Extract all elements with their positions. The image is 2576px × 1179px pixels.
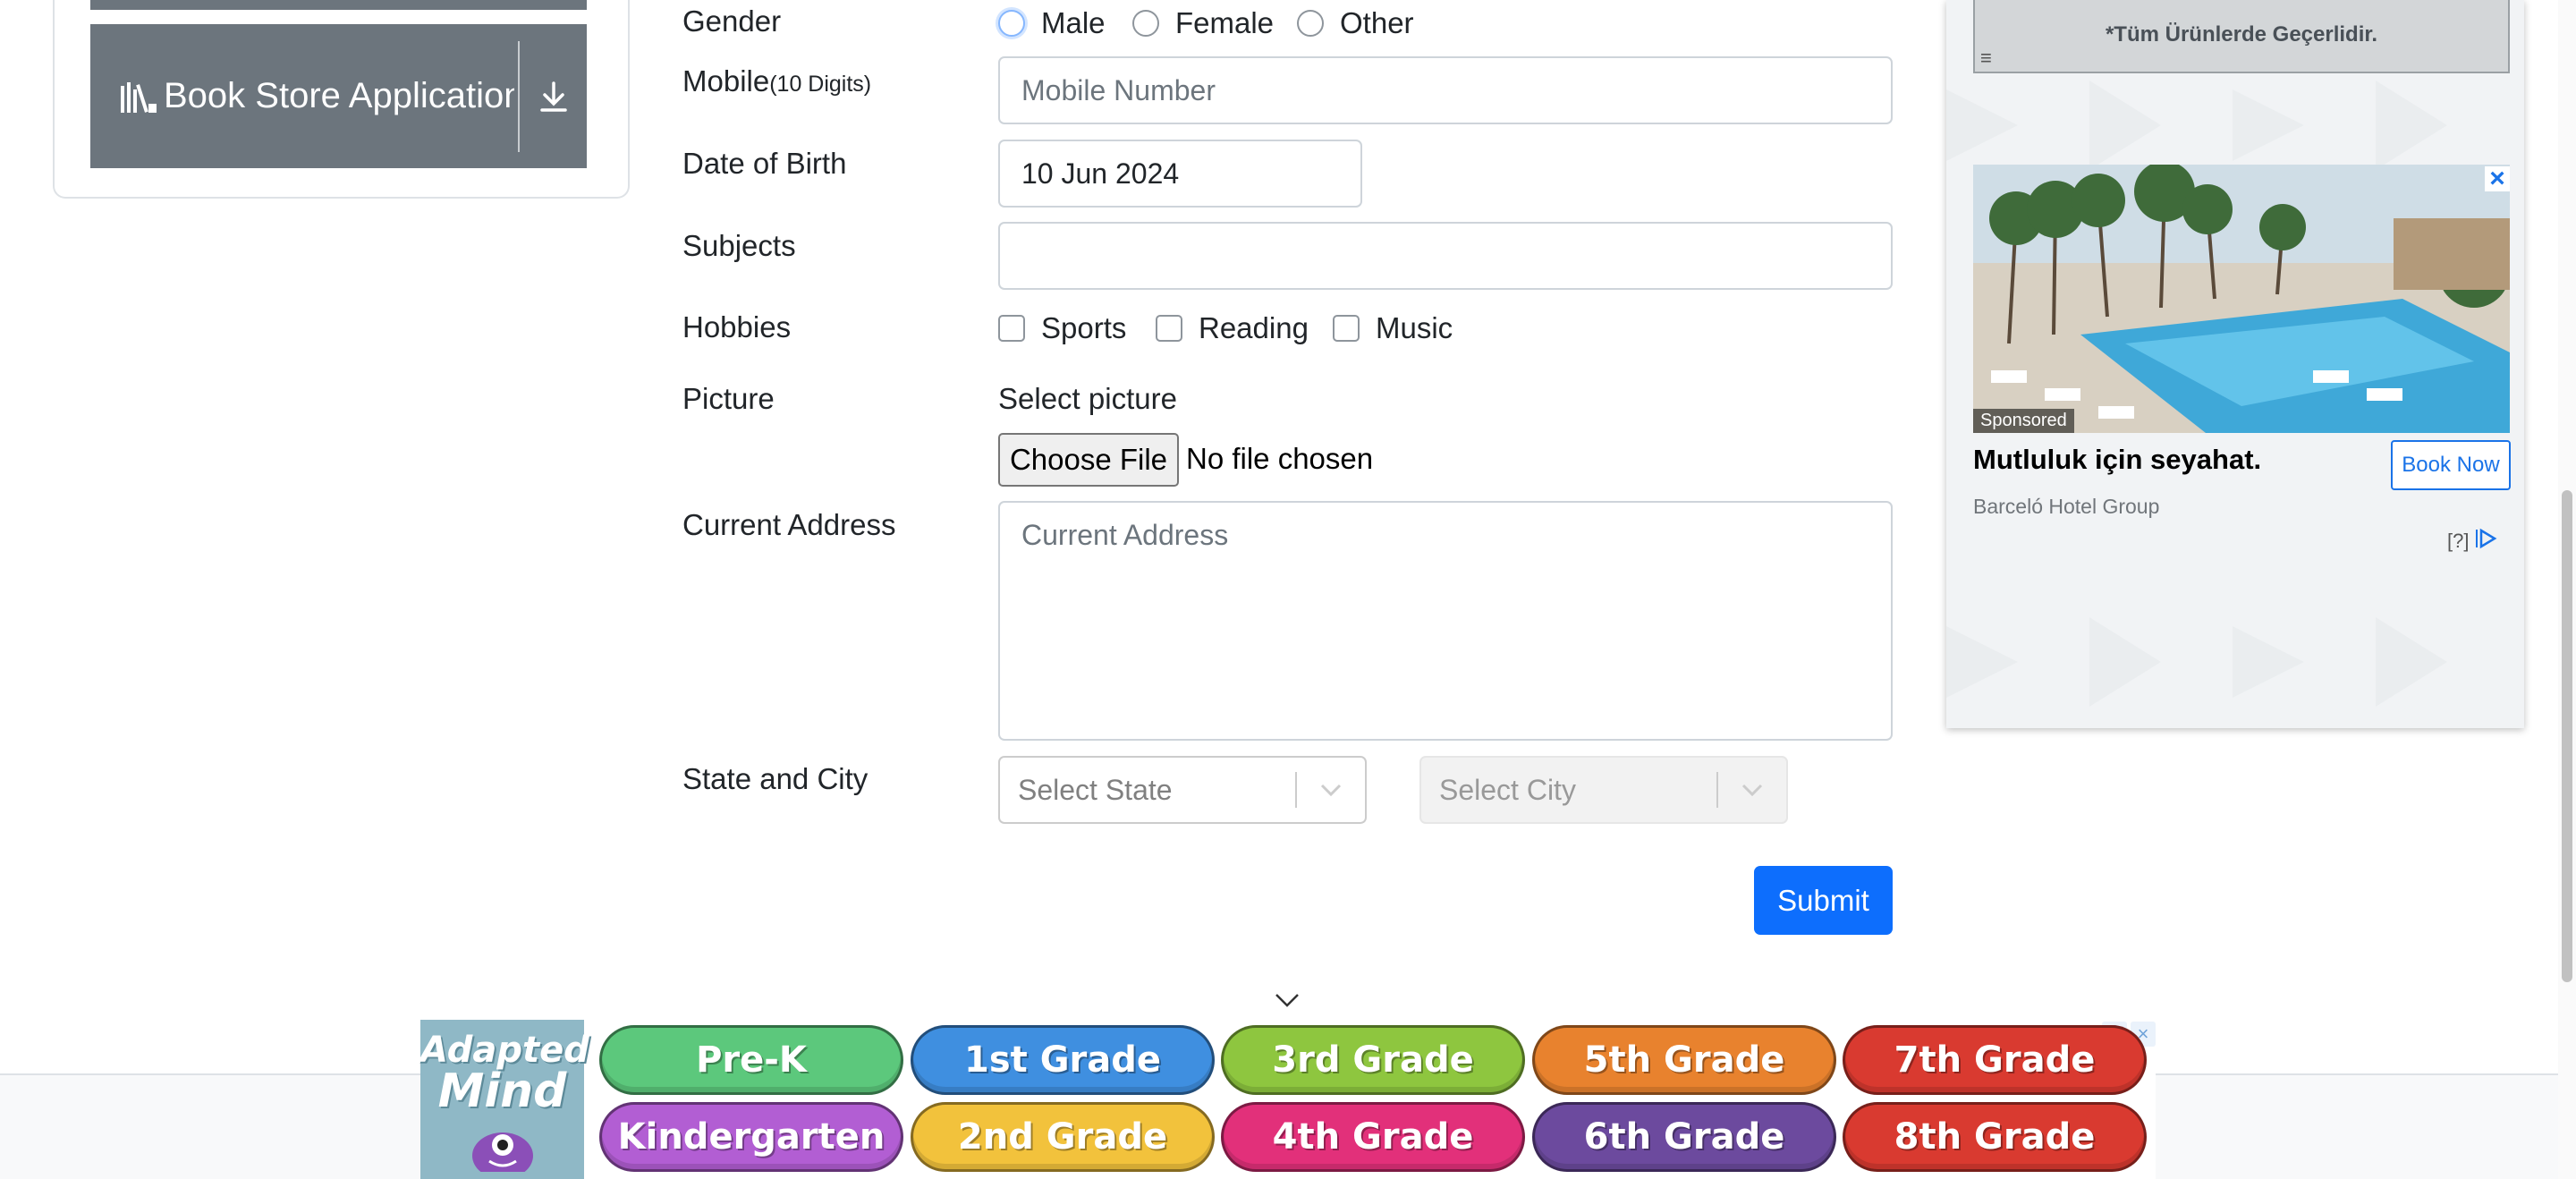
gender-male-radio[interactable]: Male	[998, 6, 1106, 40]
checkbox-box[interactable]	[1156, 315, 1182, 342]
chevron-down-icon[interactable]	[1297, 783, 1365, 797]
adchoices-icon	[2474, 528, 2497, 555]
adaptedmind-logo[interactable]: Adapted Mind	[420, 1020, 589, 1179]
hobby-reading-checkbox[interactable]: Reading	[1156, 311, 1309, 345]
sponsored-label: Sponsored	[1973, 409, 2074, 433]
radio-circle[interactable]	[998, 10, 1025, 37]
checkbox-label: Sports	[1041, 311, 1127, 344]
ad-advertiser[interactable]: Barceló Hotel Group	[1973, 495, 2159, 519]
submit-button[interactable]: Submit	[1754, 866, 1893, 935]
book-store-label: Book Store Application	[164, 76, 514, 115]
monster-mascot-icon	[471, 1132, 533, 1179]
radio-label: Male	[1041, 6, 1106, 39]
download-icon[interactable]	[520, 81, 587, 113]
subjects-label: Subjects	[682, 229, 796, 262]
checkbox-label: Reading	[1199, 311, 1309, 344]
bottom-banner-ad[interactable]: Adapted Mind ⓘ × Pre-K1st Grade3rd Grade…	[420, 1020, 2156, 1179]
state-city-label: State and City	[682, 762, 869, 795]
books-icon	[117, 79, 160, 115]
grade-button[interactable]: 4th Grade	[1221, 1102, 1525, 1172]
radio-label: Other	[1340, 6, 1414, 39]
dob-input[interactable]: 10 Jun 2024	[998, 140, 1362, 208]
mobile-hint: (10 Digits)	[769, 72, 872, 97]
state-select[interactable]: Select State	[998, 756, 1367, 824]
grade-button[interactable]: 2nd Grade	[911, 1102, 1215, 1172]
dob-label: Date of Birth	[682, 147, 847, 180]
grade-button[interactable]: Kindergarten	[599, 1102, 903, 1172]
grade-button[interactable]: 1st Grade	[911, 1025, 1215, 1095]
book-now-button[interactable]: Book Now	[2391, 440, 2511, 490]
city-select[interactable]: Select City	[1419, 756, 1788, 824]
checkbox-box[interactable]	[1333, 315, 1360, 342]
picture-label: Picture	[682, 382, 775, 415]
sidebar-book-store-button[interactable]: Book Store Application	[90, 24, 587, 168]
mobile-label-text: Mobile	[682, 64, 770, 98]
select-picture-caption: Select picture	[998, 382, 1177, 415]
gender-female-radio[interactable]: Female	[1132, 6, 1274, 40]
close-icon[interactable]: ×	[2485, 164, 2510, 193]
grade-button[interactable]: 8th Grade	[1843, 1102, 2147, 1172]
brand-line2: Mind	[437, 1064, 567, 1118]
state-placeholder: Select State	[1018, 773, 1173, 806]
coupon-text: *Tüm Ürünlerde Geçerlidir.	[2105, 22, 2378, 47]
checkbox-label: Music	[1376, 311, 1453, 344]
file-status: No file chosen	[1186, 442, 1374, 475]
chevron-down-icon[interactable]	[1718, 783, 1786, 797]
mobile-input[interactable]: Mobile Number	[998, 56, 1893, 124]
hobby-sports-checkbox[interactable]: Sports	[998, 311, 1126, 345]
choose-file-button[interactable]: Choose File	[998, 433, 1179, 487]
brand-line1: Adapted	[420, 1030, 589, 1071]
grade-button[interactable]: 5th Grade	[1532, 1025, 1836, 1095]
radio-label: Female	[1175, 6, 1275, 39]
grade-button[interactable]: Pre-K	[599, 1025, 903, 1095]
hotel-ad-image[interactable]: Sponsored	[1973, 165, 2510, 433]
grade-button[interactable]: 7th Grade	[1843, 1025, 2147, 1095]
sidebar-item-previous[interactable]	[90, 0, 587, 10]
subjects-input[interactable]	[998, 222, 1893, 290]
menu-icon: ≡	[1980, 47, 1992, 69]
scrollbar-thumb[interactable]	[2562, 490, 2572, 982]
adchoices-label: [?]	[2447, 530, 2470, 552]
adchoices[interactable]: [?]	[2447, 528, 2497, 555]
right-ad-panel: *Tüm Ürünlerde Geçerlidir. ≡ Sponsored	[1946, 0, 2524, 728]
radio-circle[interactable]	[1132, 10, 1159, 37]
coupon-ad[interactable]: *Tüm Ürünlerde Geçerlidir. ≡	[1973, 0, 2510, 73]
grade-button[interactable]: 6th Grade	[1532, 1102, 1836, 1172]
current-address-label: Current Address	[682, 508, 896, 541]
hobbies-label: Hobbies	[682, 310, 792, 344]
checkbox-box[interactable]	[998, 315, 1025, 342]
gender-label: Gender	[682, 4, 782, 38]
city-placeholder: Select City	[1439, 773, 1576, 806]
grade-button[interactable]: 3rd Grade	[1221, 1025, 1525, 1095]
current-address-textarea[interactable]	[998, 501, 1893, 741]
mobile-label: Mobile(10 Digits)	[682, 64, 871, 98]
ad-title[interactable]: Mutluluk için seyahat.	[1973, 444, 2261, 476]
gender-other-radio[interactable]: Other	[1297, 6, 1414, 40]
radio-circle[interactable]	[1297, 10, 1324, 37]
hobby-music-checkbox[interactable]: Music	[1333, 311, 1453, 345]
chevron-down-icon[interactable]	[1274, 991, 1301, 1014]
